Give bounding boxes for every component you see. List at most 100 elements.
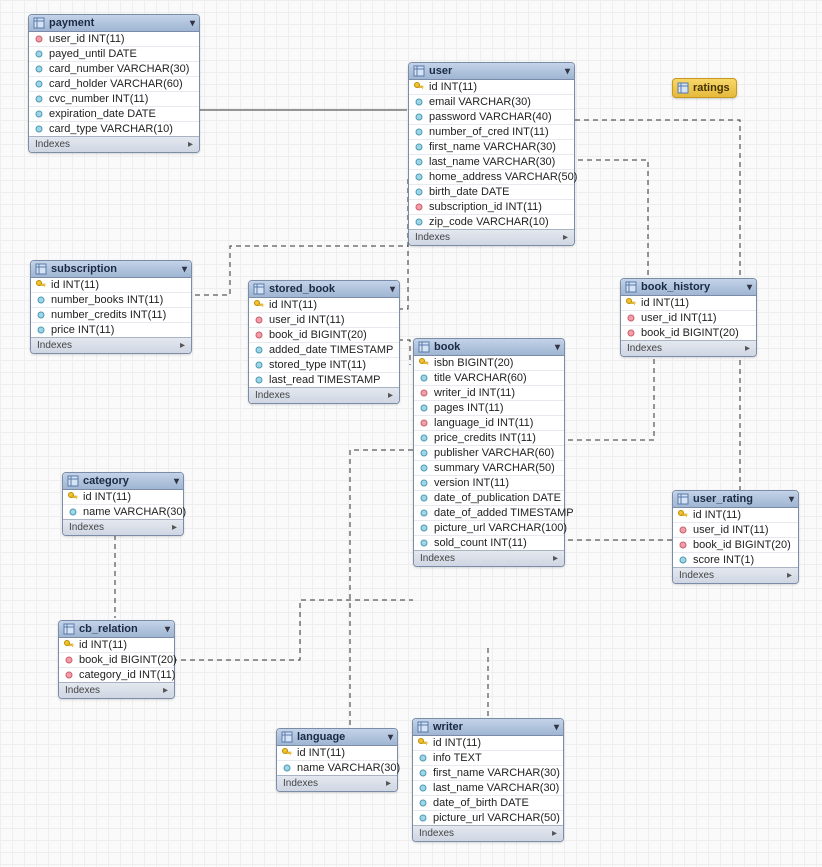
column-row[interactable]: email VARCHAR(30) <box>409 94 574 109</box>
table-cb-relation[interactable]: cb_relation ▾ id INT(11)book_id BIGINT(2… <box>58 620 175 699</box>
indexes-section[interactable]: Indexes▸ <box>63 519 183 535</box>
chevron-down-icon[interactable]: ▾ <box>182 264 187 275</box>
column-row[interactable]: user_id INT(11) <box>29 32 199 46</box>
column-row[interactable]: first_name VARCHAR(30) <box>409 139 574 154</box>
column-row[interactable]: date_of_birth DATE <box>413 795 563 810</box>
column-row[interactable]: card_number VARCHAR(30) <box>29 61 199 76</box>
column-row[interactable]: book_id BIGINT(20) <box>249 327 399 342</box>
column-row[interactable]: title VARCHAR(60) <box>414 370 564 385</box>
table-user-rating[interactable]: user_rating ▾ id INT(11)user_id INT(11)b… <box>672 490 799 584</box>
indexes-section[interactable]: Indexes▸ <box>413 825 563 841</box>
table-user[interactable]: user ▾ id INT(11)email VARCHAR(30)passwo… <box>408 62 575 246</box>
table-language[interactable]: language ▾ id INT(11)name VARCHAR(30) In… <box>276 728 398 792</box>
chevron-down-icon[interactable]: ▾ <box>789 494 794 505</box>
table-ratings-collapsed[interactable]: ratings <box>672 78 737 98</box>
chevron-down-icon[interactable]: ▾ <box>565 66 570 77</box>
column-row[interactable]: pages INT(11) <box>414 400 564 415</box>
column-row[interactable]: sold_count INT(11) <box>414 535 564 550</box>
chevron-down-icon[interactable]: ▾ <box>388 732 393 743</box>
column-row[interactable]: price INT(11) <box>31 322 191 337</box>
column-row[interactable]: card_type VARCHAR(10) <box>29 121 199 136</box>
indexes-section[interactable]: Indexes▸ <box>277 775 397 791</box>
column-row[interactable]: price_credits INT(11) <box>414 430 564 445</box>
table-header[interactable]: payment ▾ <box>29 15 199 32</box>
chevron-down-icon[interactable]: ▾ <box>555 342 560 353</box>
column-row[interactable]: category_id INT(11) <box>59 667 174 682</box>
column-row[interactable]: first_name VARCHAR(30) <box>413 765 563 780</box>
indexes-section[interactable]: Indexes▸ <box>31 337 191 353</box>
chevron-down-icon[interactable]: ▾ <box>190 18 195 29</box>
column-row[interactable]: version INT(11) <box>414 475 564 490</box>
indexes-section[interactable]: Indexes▸ <box>409 229 574 245</box>
column-row[interactable]: picture_url VARCHAR(100) <box>414 520 564 535</box>
column-row[interactable]: isbn BIGINT(20) <box>414 356 564 370</box>
indexes-section[interactable]: Indexes▸ <box>29 136 199 152</box>
chevron-down-icon[interactable]: ▾ <box>165 624 170 635</box>
column-row[interactable]: language_id INT(11) <box>414 415 564 430</box>
chevron-down-icon[interactable]: ▾ <box>390 284 395 295</box>
table-payment[interactable]: payment ▾ user_id INT(11)payed_until DAT… <box>28 14 200 153</box>
column-row[interactable]: card_holder VARCHAR(60) <box>29 76 199 91</box>
chevron-down-icon[interactable]: ▾ <box>174 476 179 487</box>
column-row[interactable]: subscription_id INT(11) <box>409 199 574 214</box>
column-row[interactable]: id INT(11) <box>409 80 574 94</box>
column-row[interactable]: last_read TIMESTAMP <box>249 372 399 387</box>
column-label: picture_url VARCHAR(50) <box>433 812 560 824</box>
column-row[interactable]: user_id INT(11) <box>673 522 798 537</box>
column-row[interactable]: book_id BIGINT(20) <box>59 652 174 667</box>
column-row[interactable]: stored_type INT(11) <box>249 357 399 372</box>
column-row[interactable]: id INT(11) <box>277 746 397 760</box>
column-row[interactable]: payed_until DATE <box>29 46 199 61</box>
column-row[interactable]: id INT(11) <box>621 296 756 310</box>
chevron-down-icon[interactable]: ▾ <box>747 282 752 293</box>
column-row[interactable]: last_name VARCHAR(30) <box>413 780 563 795</box>
column-label: score INT(1) <box>693 554 754 566</box>
column-row[interactable]: number_books INT(11) <box>31 292 191 307</box>
column-row[interactable]: book_id BIGINT(20) <box>673 537 798 552</box>
indexes-section[interactable]: Indexes▸ <box>621 340 756 356</box>
table-writer[interactable]: writer ▾ id INT(11)info TEXTfirst_name V… <box>412 718 564 842</box>
column-row[interactable]: number_credits INT(11) <box>31 307 191 322</box>
column-label: name VARCHAR(30) <box>297 762 400 774</box>
column-row[interactable]: added_date TIMESTAMP <box>249 342 399 357</box>
column-row[interactable]: number_of_cred INT(11) <box>409 124 574 139</box>
column-row[interactable]: last_name VARCHAR(30) <box>409 154 574 169</box>
column-row[interactable]: expiration_date DATE <box>29 106 199 121</box>
column-row[interactable]: summary VARCHAR(50) <box>414 460 564 475</box>
indexes-section[interactable]: Indexes▸ <box>673 567 798 583</box>
table-book[interactable]: book ▾ isbn BIGINT(20)title VARCHAR(60)w… <box>413 338 565 567</box>
column-row[interactable]: cvc_number INT(11) <box>29 91 199 106</box>
column-row[interactable]: id INT(11) <box>673 508 798 522</box>
column-row[interactable]: id INT(11) <box>59 638 174 652</box>
column-row[interactable]: id INT(11) <box>249 298 399 312</box>
column-row[interactable]: home_address VARCHAR(50) <box>409 169 574 184</box>
column-row[interactable]: book_id BIGINT(20) <box>621 325 756 340</box>
chevron-down-icon[interactable]: ▾ <box>554 722 559 733</box>
column-icon <box>418 477 430 489</box>
column-row[interactable]: score INT(1) <box>673 552 798 567</box>
column-row[interactable]: zip_code VARCHAR(10) <box>409 214 574 229</box>
column-row[interactable]: name VARCHAR(30) <box>277 760 397 775</box>
column-row[interactable]: user_id INT(11) <box>249 312 399 327</box>
column-row[interactable]: date_of_added TIMESTAMP <box>414 505 564 520</box>
column-row[interactable]: writer_id INT(11) <box>414 385 564 400</box>
column-row[interactable]: info TEXT <box>413 750 563 765</box>
column-row[interactable]: id INT(11) <box>63 490 183 504</box>
table-book-history[interactable]: book_history ▾ id INT(11)user_id INT(11)… <box>620 278 757 357</box>
column-row[interactable]: publisher VARCHAR(60) <box>414 445 564 460</box>
column-row[interactable]: date_of_publication DATE <box>414 490 564 505</box>
table-category[interactable]: category ▾ id INT(11)name VARCHAR(30) In… <box>62 472 184 536</box>
column-row[interactable]: birth_date DATE <box>409 184 574 199</box>
indexes-section[interactable]: Indexes▸ <box>249 387 399 403</box>
column-row[interactable]: name VARCHAR(30) <box>63 504 183 519</box>
column-row[interactable]: picture_url VARCHAR(50) <box>413 810 563 825</box>
column-row[interactable]: id INT(11) <box>31 278 191 292</box>
table-subscription[interactable]: subscription ▾ id INT(11)number_books IN… <box>30 260 192 354</box>
column-icon <box>253 359 265 371</box>
indexes-section[interactable]: Indexes▸ <box>59 682 174 698</box>
column-row[interactable]: password VARCHAR(40) <box>409 109 574 124</box>
column-row[interactable]: user_id INT(11) <box>621 310 756 325</box>
column-row[interactable]: id INT(11) <box>413 736 563 750</box>
table-stored-book[interactable]: stored_book ▾ id INT(11)user_id INT(11)b… <box>248 280 400 404</box>
indexes-section[interactable]: Indexes▸ <box>414 550 564 566</box>
